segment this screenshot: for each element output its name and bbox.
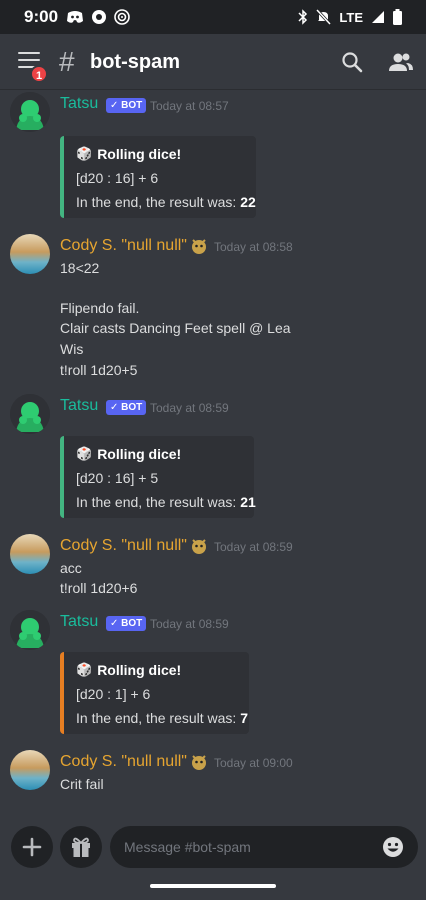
timestamp: Today at 09:00 <box>214 756 293 770</box>
timestamp: Today at 08:58 <box>214 240 293 254</box>
timestamp: Today at 08:59 <box>214 540 293 554</box>
dice-embed: 🎲 Rolling dice! [d20 : 1] + 6 In the end,… <box>60 652 249 734</box>
channel-name: bot-spam <box>90 51 180 73</box>
embed-result: In the end, the result was: 22 <box>76 194 256 210</box>
hotspot-icon <box>114 9 130 25</box>
settings-gear-icon <box>92 10 106 24</box>
discord-icon <box>67 11 83 23</box>
embed-formula: [d20 : 16] + 5 <box>76 470 159 486</box>
emoji-icon[interactable] <box>382 836 404 858</box>
username[interactable]: Cody S. "null null" <box>60 537 187 555</box>
search-icon[interactable] <box>340 50 364 74</box>
embed-formula: [d20 : 1] + 6 <box>76 686 151 702</box>
embed-result: In the end, the result was: 21 <box>76 494 256 510</box>
pet-emoji-icon <box>192 755 206 770</box>
timestamp: Today at 08:59 <box>150 617 229 631</box>
battery-icon <box>393 9 402 25</box>
status-bar: 9:00 LTE <box>0 0 426 34</box>
username[interactable]: Cody S. "null null" <box>60 237 187 255</box>
avatar[interactable] <box>10 92 50 132</box>
message-text: t!roll 1d20+6 <box>60 580 138 596</box>
avatar[interactable] <box>10 234 50 274</box>
bot-tag: ✓ BOT <box>106 616 147 631</box>
status-time: 9:00 <box>24 7 59 26</box>
dice-icon: 🎲 <box>76 146 93 161</box>
tatsu-avatar-icon <box>10 610 50 650</box>
message-text: Clair casts Dancing Feet spell @ Lea <box>60 320 291 336</box>
dice-icon: 🎲 <box>76 446 93 461</box>
bluetooth-icon <box>298 9 308 25</box>
add-attachment-button[interactable] <box>11 826 53 868</box>
avatar[interactable] <box>10 394 50 434</box>
tatsu-avatar-icon <box>10 394 50 434</box>
avatar[interactable] <box>10 534 50 574</box>
hash-icon: # <box>59 46 75 77</box>
message-text: acc <box>60 560 82 576</box>
avatar[interactable] <box>10 610 50 650</box>
home-indicator[interactable] <box>150 884 276 888</box>
message-text: Flipendo fail. <box>60 300 140 316</box>
signal-icon <box>372 11 384 23</box>
username[interactable]: Cody S. "null null" <box>60 753 187 771</box>
gift-icon <box>72 837 90 857</box>
pet-emoji-icon <box>192 539 206 554</box>
pet-emoji-icon <box>192 239 206 254</box>
message-text: t!roll 1d20+5 <box>60 362 138 378</box>
dice-icon: 🎲 <box>76 662 93 677</box>
username[interactable]: Tatsu <box>60 613 98 631</box>
avatar[interactable] <box>10 750 50 790</box>
timestamp: Today at 08:59 <box>150 401 229 415</box>
gift-button[interactable] <box>60 826 102 868</box>
network-label: LTE <box>339 9 363 25</box>
channel-header: 1 # bot-spam <box>0 34 426 90</box>
embed-result: In the end, the result was: 7 <box>76 710 249 726</box>
username[interactable]: Tatsu <box>60 95 98 113</box>
mute-icon <box>316 9 332 25</box>
message-input-container <box>110 826 418 868</box>
message-text: Wis <box>60 341 84 357</box>
notification-badge: 1 <box>30 65 48 83</box>
dice-embed: 🎲 Rolling dice! [d20 : 16] + 6 In the end… <box>60 136 256 218</box>
message-composer <box>0 822 426 900</box>
timestamp: Today at 08:57 <box>150 99 229 113</box>
message-text: 18<22 <box>60 260 100 276</box>
message-text: Crit fail <box>60 776 104 792</box>
members-icon[interactable] <box>388 50 414 74</box>
bot-tag: ✓ BOT <box>106 400 147 415</box>
bot-tag: ✓ BOT <box>106 98 147 113</box>
username[interactable]: Tatsu <box>60 397 98 415</box>
plus-icon <box>22 837 42 857</box>
tatsu-avatar-icon <box>10 92 50 132</box>
embed-formula: [d20 : 16] + 6 <box>76 170 159 186</box>
message-input[interactable] <box>124 826 374 868</box>
dice-embed: 🎲 Rolling dice! [d20 : 16] + 5 In the end… <box>60 436 256 518</box>
